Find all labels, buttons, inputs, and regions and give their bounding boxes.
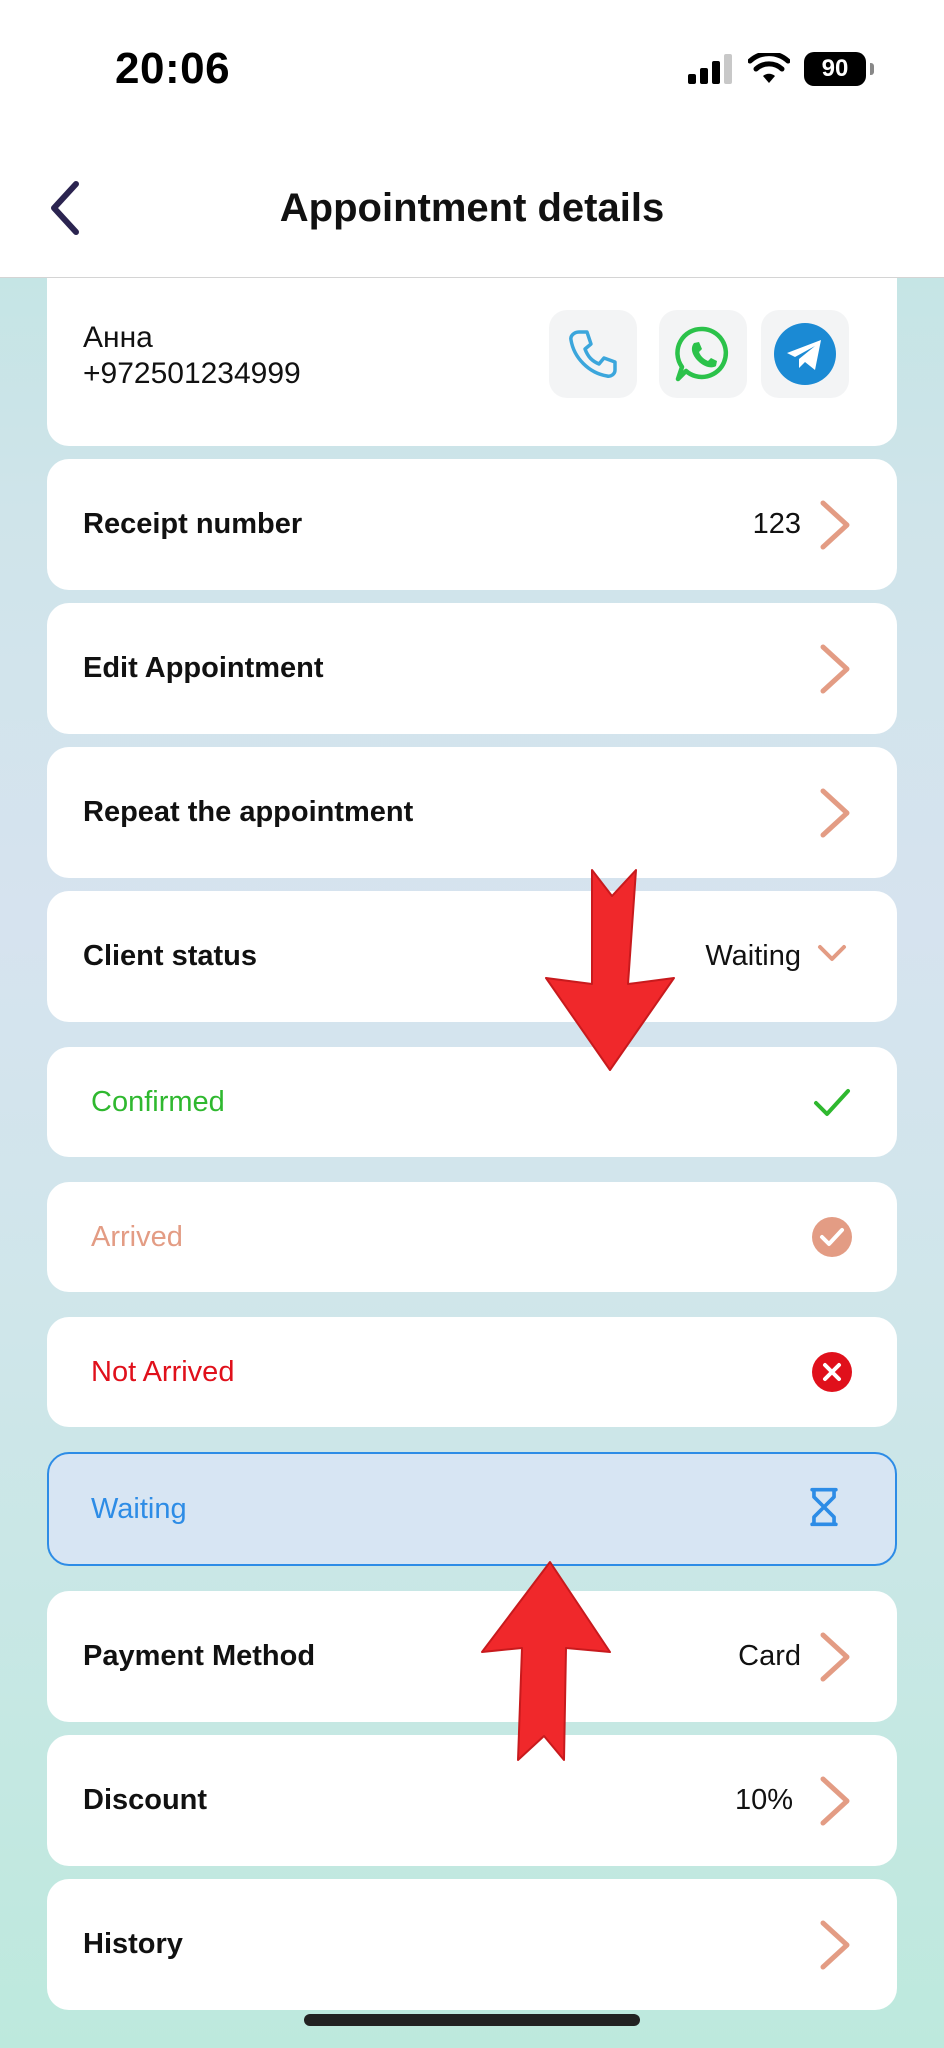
status-option-label: Not Arrived <box>91 1355 235 1388</box>
status-option-label: Confirmed <box>91 1085 225 1118</box>
telegram-icon <box>774 323 836 385</box>
status-option-confirmed[interactable]: Confirmed <box>47 1047 897 1157</box>
wifi-icon <box>748 53 790 83</box>
client-status-row[interactable]: Client status Waiting <box>47 891 897 1022</box>
status-option-label: Waiting <box>91 1492 187 1525</box>
status-option-label: Arrived <box>91 1220 183 1253</box>
client-card: Анна +972501234999 <box>47 278 897 446</box>
whatsapp-icon <box>675 326 729 382</box>
x-circle-icon <box>812 1352 852 1392</box>
battery-indicator: 90 <box>804 52 874 86</box>
phone-icon <box>569 330 617 378</box>
chevron-right-icon <box>820 1632 850 1682</box>
status-option-not-arrived[interactable]: Not Arrived <box>47 1317 897 1427</box>
client-info: Анна +972501234999 <box>83 320 301 392</box>
hourglass-icon <box>810 1487 838 1527</box>
discount-value: 10% <box>734 1784 793 1816</box>
discount-row[interactable]: Discount 10% <box>47 1735 897 1866</box>
repeat-appointment-label: Repeat the appointment <box>83 796 414 828</box>
repeat-appointment-row[interactable]: Repeat the appointment <box>47 747 897 878</box>
status-option-arrived[interactable]: Arrived <box>47 1182 897 1292</box>
status-icons: 90 <box>688 52 874 86</box>
page-title: Appointment details <box>279 186 665 230</box>
chevron-right-icon <box>820 500 850 550</box>
history-label: History <box>83 1928 183 1960</box>
chevron-down-icon <box>818 945 846 961</box>
payment-method-value: Card <box>738 1640 801 1672</box>
chevron-right-icon <box>820 644 850 694</box>
chevron-right-icon <box>820 1776 850 1826</box>
call-button[interactable] <box>549 310 637 398</box>
client-phone: +972501234999 <box>83 357 301 390</box>
receipt-number-label: Receipt number <box>83 508 303 540</box>
header: 20:06 90 Appointment details <box>0 0 944 278</box>
edit-appointment-row[interactable]: Edit Appointment <box>47 603 897 734</box>
payment-method-row[interactable]: Payment Method Card <box>47 1591 897 1722</box>
discount-label: Discount <box>83 1784 208 1816</box>
history-row[interactable]: History <box>47 1879 897 2010</box>
client-name: Анна <box>83 321 153 354</box>
payment-method-label: Payment Method <box>83 1640 316 1672</box>
chevron-right-icon <box>820 788 850 838</box>
home-indicator <box>304 2014 640 2026</box>
chevron-right-icon <box>820 1920 850 1970</box>
checkmark-icon <box>814 1089 850 1116</box>
status-option-waiting[interactable]: Waiting <box>47 1452 897 1566</box>
client-status-label: Client status <box>83 940 258 972</box>
receipt-number-value: 123 <box>752 508 801 540</box>
telegram-button[interactable] <box>761 310 849 398</box>
edit-appointment-label: Edit Appointment <box>83 652 324 684</box>
signal-icon <box>688 54 732 84</box>
status-time: 20:06 <box>115 44 231 93</box>
whatsapp-button[interactable] <box>659 310 747 398</box>
client-status-value: Waiting <box>705 940 801 972</box>
check-circle-icon <box>812 1217 852 1257</box>
receipt-number-row[interactable]: Receipt number 123 <box>47 459 897 590</box>
